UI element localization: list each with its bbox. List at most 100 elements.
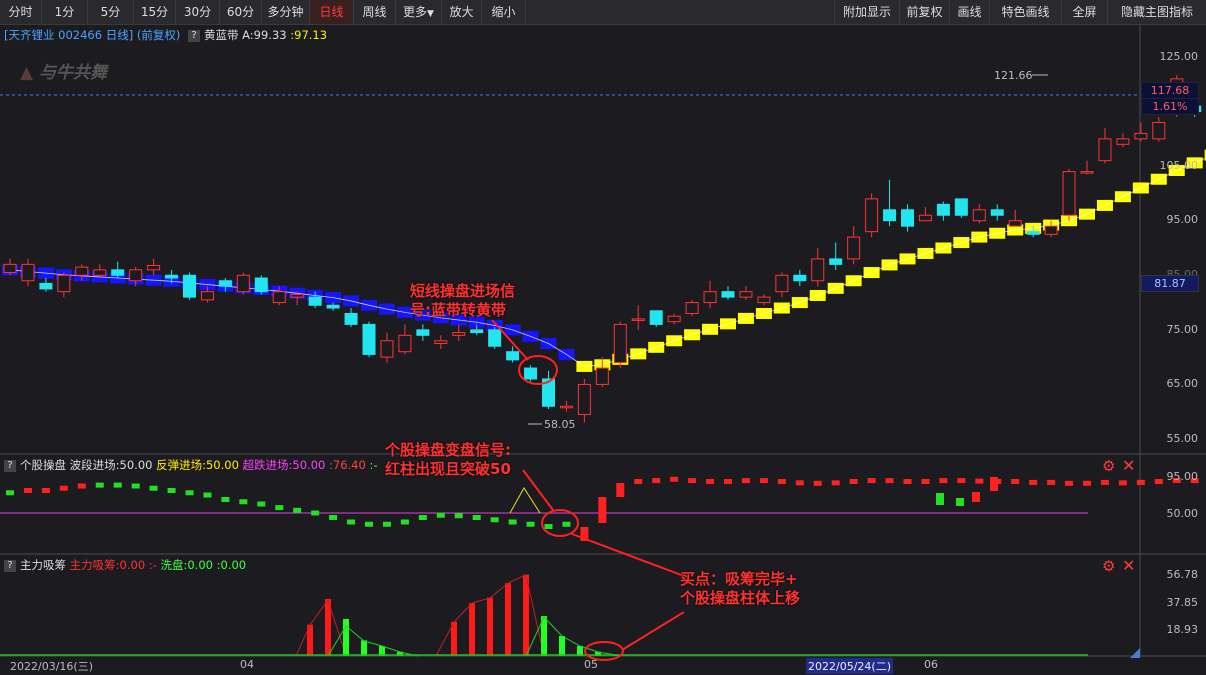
y-tick: 125.00 xyxy=(1159,50,1199,63)
osc-bar xyxy=(990,477,998,491)
osc-bar xyxy=(293,507,302,513)
close-icon[interactable]: ✕ xyxy=(1122,456,1135,475)
candle-body xyxy=(631,318,645,321)
gear-icon[interactable]: ⚙ xyxy=(1102,557,1115,575)
washout-bar xyxy=(361,640,367,656)
y-tick: 50.00 xyxy=(1166,507,1199,520)
osc-bar xyxy=(706,479,715,484)
help-icon[interactable]: ? xyxy=(187,29,200,42)
candle-body xyxy=(524,367,538,380)
panel2-val1: 波段进场:50.00 xyxy=(69,458,153,472)
current-price-tag: 117.68 xyxy=(1141,82,1199,99)
candle-body xyxy=(918,214,932,222)
osc-bar xyxy=(795,480,804,486)
x-label: 2022/03/16(三) xyxy=(10,660,93,673)
candle-body xyxy=(290,293,304,298)
candle-body xyxy=(434,340,448,344)
y-tick: 56.78 xyxy=(1166,568,1199,581)
osc-bar xyxy=(813,480,822,486)
candle-body xyxy=(416,329,430,336)
candle-body xyxy=(93,269,107,276)
candle-body xyxy=(1080,171,1094,174)
candle-body xyxy=(75,266,89,276)
candle-body xyxy=(595,367,609,385)
osc-bar xyxy=(185,490,194,496)
close-icon[interactable]: ✕ xyxy=(1122,556,1135,575)
candle-body xyxy=(613,323,627,364)
osc-bar xyxy=(1029,479,1038,485)
panel2-val2: 反弹进场:50.00 xyxy=(156,458,239,472)
panel2-name: 个股操盘 xyxy=(20,458,66,472)
main-panel-header: [天齐锂业 002466 日线] (前复权) ? 黄蓝带 A:99.33 :97.… xyxy=(4,27,327,43)
accumulation-bar xyxy=(505,583,511,656)
osc-bar xyxy=(921,479,930,484)
osc-bar xyxy=(347,519,356,525)
candle-body xyxy=(883,209,897,222)
osc-bar xyxy=(131,483,140,489)
candle-body xyxy=(218,280,232,287)
candle-body xyxy=(936,203,950,216)
candle-body xyxy=(488,329,502,347)
scroll-corner-icon xyxy=(1130,648,1140,658)
osc-bar xyxy=(741,478,750,484)
candle-body xyxy=(200,291,214,301)
osc-bar xyxy=(972,492,980,502)
y-tick: 55.00 xyxy=(1166,432,1199,445)
osc-bar xyxy=(275,505,284,511)
trigger-triangle xyxy=(509,487,541,514)
panel2-header: ? 个股操盘 波段进场:50.00 反弹进场:50.00 超跌进场:50.00 :… xyxy=(4,457,378,473)
annotation-line: 短线操盘进场信 xyxy=(410,282,516,300)
panel3-header: ? 主力吸筹 主力吸筹:0.00 :- 洗盘:0.00 :0.00 xyxy=(4,557,246,573)
osc-bar xyxy=(670,476,679,482)
indicator-value-b: :97.13 xyxy=(290,28,328,42)
candle-body xyxy=(1116,138,1130,145)
annotation-line: 个股操盘变盘信号: xyxy=(385,441,511,459)
panel2-val4: :76.40 xyxy=(329,458,366,472)
gear-icon[interactable]: ⚙ xyxy=(1102,457,1115,475)
osc-bar xyxy=(472,515,481,520)
osc-bar xyxy=(831,480,840,486)
candle-body xyxy=(272,291,286,304)
candle-body xyxy=(129,269,143,282)
candle-body xyxy=(829,258,843,265)
osc-bar xyxy=(957,478,966,484)
accumulation-bar xyxy=(487,597,493,656)
x-label-highlight: 2022/05/24(二) xyxy=(806,658,893,674)
y-tick: 37.85 xyxy=(1166,596,1199,609)
panel3-val2: :- xyxy=(148,558,157,572)
osc-bar xyxy=(257,501,266,507)
watermark-text: 与牛共舞 xyxy=(39,63,107,83)
osc-bar xyxy=(436,512,445,518)
candle-body xyxy=(559,405,573,409)
stock-chart[interactable] xyxy=(0,0,1206,675)
candle-body xyxy=(703,291,717,304)
y-tick: 95.00 xyxy=(1166,470,1199,483)
panel2-val3: 超跌进场:50.00 xyxy=(242,458,326,472)
washout-bar xyxy=(559,636,565,656)
pointer-line xyxy=(621,611,685,651)
candle-body xyxy=(667,315,681,323)
candle-body xyxy=(649,310,663,325)
osc-bar xyxy=(6,490,14,496)
candle-body xyxy=(972,209,986,222)
osc-bar xyxy=(598,497,607,523)
low-price-label: 58.05 xyxy=(544,418,576,431)
osc-bar xyxy=(167,488,176,493)
candle-body xyxy=(847,236,861,260)
candle-body xyxy=(793,274,807,282)
candle-body xyxy=(452,332,466,336)
x-label: 05 xyxy=(584,658,598,671)
osc-bar xyxy=(903,479,912,484)
help-icon[interactable]: ? xyxy=(4,459,16,472)
help-icon[interactable]: ? xyxy=(4,559,16,572)
candle-body xyxy=(757,296,771,304)
osc-bar xyxy=(400,519,409,525)
candle-body xyxy=(398,334,412,353)
annotation-line: 买点：吸筹完毕+ xyxy=(680,570,798,588)
osc-bar xyxy=(77,483,86,489)
osc-bar xyxy=(221,497,230,502)
panel3-name: 主力吸筹 xyxy=(20,558,66,572)
candle-body xyxy=(721,291,735,298)
band-midline xyxy=(9,157,1206,367)
watermark-logo: ▲ 与牛共舞 xyxy=(20,58,107,83)
